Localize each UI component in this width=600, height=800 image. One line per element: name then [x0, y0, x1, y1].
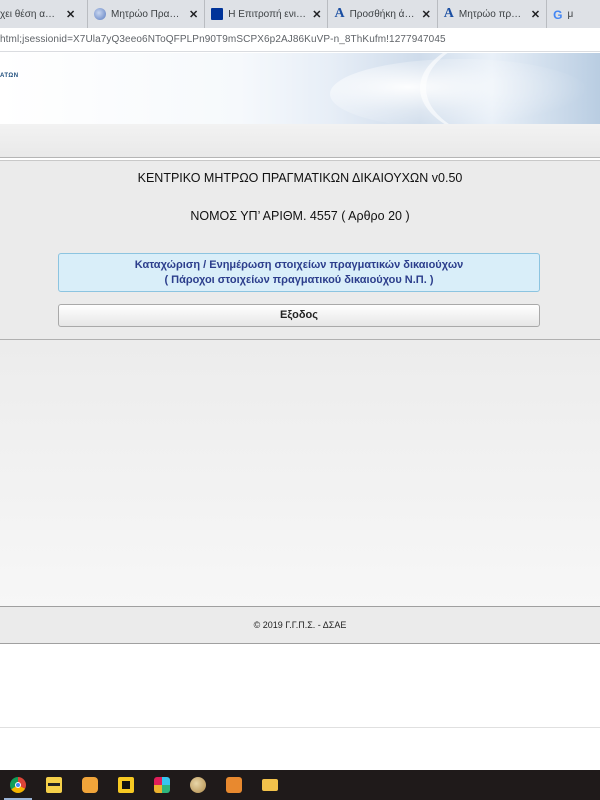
- globe-icon: [94, 8, 106, 20]
- puzzle-icon[interactable]: [72, 770, 108, 800]
- letter-a-icon: A: [334, 6, 345, 21]
- law-subtitle: ΝΟΜΟΣ ΥΠ’ ΑΡΙΘΜ. 4557 ( Αρθρο 20 ): [190, 209, 410, 223]
- folder-icon[interactable]: [252, 770, 288, 800]
- exit-button[interactable]: Εξοδος: [58, 304, 540, 327]
- page-bottom: [0, 645, 600, 770]
- chat-icon[interactable]: [216, 770, 252, 800]
- url-text[interactable]: html;jsessionid=X7Ula7yQ3eeo6NToQFPLPn90…: [0, 34, 446, 45]
- banner-logo-text: ΑΤΩΝ: [0, 73, 19, 79]
- page-body: ΚΕΝΤΡΙΚΟ ΜΗΤΡΩΟ ΠΡΑΓΜΑΤΙΚΩΝ ΔΙΚΑΙΟΥΧΩΝ v…: [0, 124, 600, 770]
- divider: [0, 727, 600, 728]
- close-icon[interactable]: ✕: [312, 8, 321, 21]
- tab-title: Μητρώο πραγματι: [458, 8, 525, 20]
- google-icon: G: [553, 8, 563, 22]
- close-icon[interactable]: ✕: [531, 8, 540, 21]
- register-button-line1: Καταχώριση / Ενημέρωση στοιχείων πραγματ…: [134, 259, 464, 271]
- taskbar: [0, 770, 600, 800]
- sticky-app-icon[interactable]: [108, 770, 144, 800]
- register-beneficiaries-button[interactable]: Καταχώριση / Ενημέρωση στοιχείων πραγματ…: [58, 253, 540, 292]
- tab-title: μ: [567, 8, 574, 20]
- file-manager-icon[interactable]: [36, 770, 72, 800]
- page-title: ΚΕΝΤΡΙΚΟ ΜΗΤΡΩΟ ΠΡΑΓΜΑΤΙΚΩΝ ΔΙΚΑΙΟΥΧΩΝ v…: [137, 171, 463, 185]
- close-icon[interactable]: ✕: [422, 8, 431, 21]
- close-icon[interactable]: ✕: [66, 8, 75, 21]
- browser-tab[interactable]: A Προσθήκη άρθρου ✕: [328, 0, 438, 28]
- close-icon[interactable]: ✕: [189, 8, 198, 21]
- globe-app-icon[interactable]: [180, 770, 216, 800]
- banner-decoration: [420, 53, 600, 124]
- register-button-line2: ( Πάροχοι στοιχείων πραγματικού δικαιούχ…: [164, 274, 434, 286]
- empty-content-area: [0, 340, 600, 606]
- browser-tab[interactable]: Μητρώο Πραγματ ✕: [88, 0, 206, 28]
- browser-tab[interactable]: A Μητρώο πραγματι ✕: [438, 0, 548, 28]
- footer: © 2019 Γ.Γ.Π.Σ. - ΔΣΑΕ: [0, 606, 600, 644]
- eu-flag-icon: [211, 8, 224, 20]
- site-banner: ΑΤΩΝ: [0, 53, 600, 124]
- browser-tab[interactable]: χει θέση απόδε ✕: [0, 0, 88, 28]
- top-band: [0, 124, 600, 158]
- browser-tab[interactable]: G μ: [547, 0, 579, 28]
- tab-title: χει θέση απόδε: [0, 8, 60, 20]
- browser-tab[interactable]: Η Επιτροπή ενισχύ ✕: [205, 0, 329, 28]
- browser-tab-strip: χει θέση απόδε ✕ Μητρώο Πραγματ ✕ Η Επιτ…: [0, 0, 600, 28]
- address-bar[interactable]: html;jsessionid=X7Ula7yQ3eeo6NToQFPLPn90…: [0, 28, 600, 52]
- tab-title: Προσθήκη άρθρου: [349, 8, 416, 20]
- tab-title: Η Επιτροπή ενισχύ: [228, 8, 307, 20]
- letter-a-icon: A: [443, 6, 454, 21]
- main-panel: ΚΕΝΤΡΙΚΟ ΜΗΤΡΩΟ ΠΡΑΓΜΑΤΙΚΩΝ ΔΙΚΑΙΟΥΧΩΝ v…: [0, 160, 600, 340]
- slack-icon[interactable]: [144, 770, 180, 800]
- chrome-icon[interactable]: [0, 770, 36, 800]
- tab-title: Μητρώο Πραγματ: [111, 8, 183, 20]
- copyright-text: © 2019 Γ.Γ.Π.Σ. - ΔΣΑΕ: [253, 620, 347, 630]
